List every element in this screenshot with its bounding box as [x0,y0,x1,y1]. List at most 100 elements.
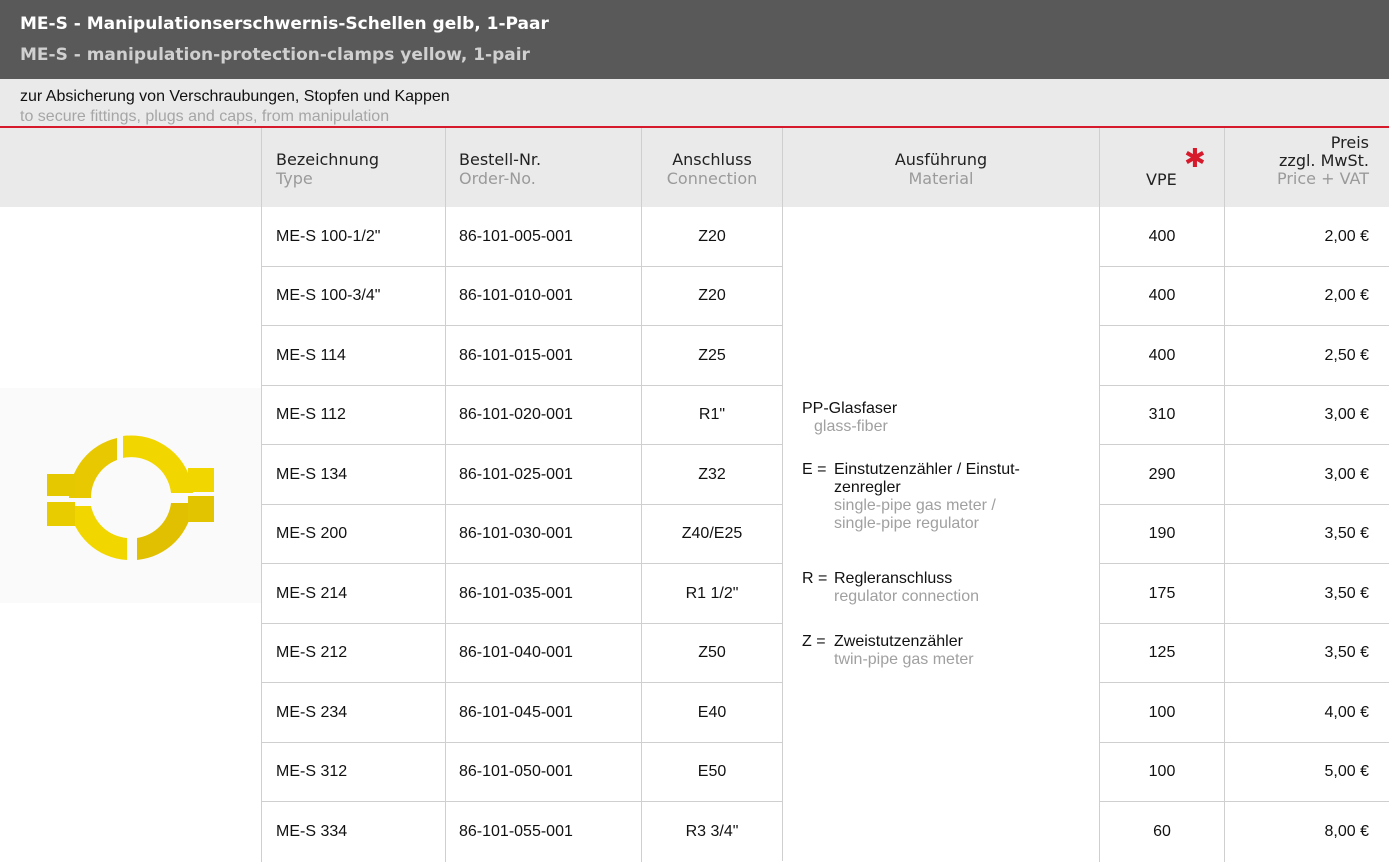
row-type-cell: ME-S 134 [261,445,445,505]
row-price: 3,00 € [1324,406,1369,423]
header-price-de1: Preis [1330,133,1369,152]
row-order: 86-101-020-001 [459,406,573,423]
row-vpe: 400 [1148,227,1176,245]
row-order: 86-101-015-001 [459,346,573,364]
header-connection: Anschluss Connection [641,128,782,207]
product-image [0,388,261,603]
header-conn-de: Anschluss [672,150,752,169]
row-order: 86-101-050-001 [459,763,573,780]
row-price: 4,00 € [1324,703,1369,721]
row-vpe-cell: 400 [1099,267,1224,326]
row-order: 86-101-025-001 [459,465,573,483]
row-conn-cell: Z32 [641,445,782,505]
row-conn: R3 3/4" [685,823,739,840]
row-vpe: 400 [1148,346,1176,364]
subtitle-bar: zur Absicherung von Verschraubungen, Sto… [0,79,1389,128]
row-order: 86-101-005-001 [459,227,573,245]
row-order-cell: 86-101-010-001 [445,267,641,326]
row-conn: Z40/E25 [681,525,743,542]
row-vpe: 310 [1148,406,1176,423]
header-order-de: Bestell-Nr. [459,150,542,169]
header-order: Bestell-Nr. Order-No. [445,128,641,207]
asterisk-icon: ✱ [1184,144,1206,174]
row-type-cell: ME-S 234 [261,683,445,743]
material-z-en: twin-pipe gas meter [834,651,974,668]
row-price-cell: 3,50 € [1224,564,1389,624]
material-pp: PP-Glasfaser glass-fiber [802,400,1092,436]
row-price: 5,00 € [1324,763,1369,780]
row-type: ME-S 312 [276,763,348,780]
row-type-cell: ME-S 312 [261,743,445,802]
row-vpe-cell: 125 [1099,624,1224,683]
row-price: 8,00 € [1324,823,1369,840]
row-vpe-cell: 175 [1099,564,1224,624]
row-conn-cell: Z25 [641,326,782,386]
material-e-de: Einstutzenzähler / Einstut-zenregler [834,461,1020,496]
row-price-cell: 2,00 € [1224,267,1389,326]
header-type-en: Type [276,169,313,188]
header-price-en: Price + VAT [1276,169,1369,188]
row-price-cell: 2,00 € [1224,207,1389,267]
material-r-en: regulator connection [834,588,979,605]
header-material: Ausführung Material [782,128,1099,207]
material-e: E = Einstutzenzähler / Einstut-zenregler… [802,461,1092,533]
row-order-cell: 86-101-030-001 [445,505,641,564]
row-price: 2,00 € [1324,287,1369,304]
material-r: R = Regleranschluss regulator connection [802,570,1092,606]
material-e-key: E = [802,461,827,478]
row-price: 3,50 € [1324,525,1369,542]
row-price-cell: 8,00 € [1224,802,1389,862]
row-price-cell: 5,00 € [1224,743,1389,802]
row-vpe: 400 [1148,287,1176,304]
header-price-de2: zzgl. MwSt. [1279,151,1369,170]
row-order-cell: 86-101-035-001 [445,564,641,624]
row-type: ME-S 112 [276,406,346,423]
product-image-cell [0,207,261,861]
row-price: 3,50 € [1324,644,1369,661]
row-conn-cell: Z50 [641,624,782,683]
row-price-cell: 2,50 € [1224,326,1389,386]
material-z-de: Zweistutzenzähler [834,633,963,650]
material-z: Z = Zweistutzenzähler twin-pipe gas mete… [802,633,1092,669]
row-conn: Z50 [698,644,726,661]
row-order: 86-101-035-001 [459,584,573,602]
row-type: ME-S 100-1/2" [276,227,381,245]
row-order: 86-101-010-001 [459,287,573,304]
header-vpe: VPE ✱ [1099,128,1224,207]
row-vpe: 190 [1148,525,1176,542]
row-type-cell: ME-S 334 [261,802,445,862]
row-order: 86-101-055-001 [459,823,573,840]
row-order: 86-101-030-001 [459,525,573,542]
subtitle-de: zur Absicherung von Verschraubungen, Sto… [20,88,450,105]
row-price: 2,50 € [1324,346,1369,364]
row-price-cell: 3,00 € [1224,445,1389,505]
row-conn: Z20 [698,227,726,245]
row-vpe: 60 [1153,823,1171,840]
header-conn-en: Connection [666,169,758,188]
row-vpe-cell: 400 [1099,207,1224,267]
row-order-cell: 86-101-020-001 [445,386,641,445]
row-price-cell: 3,50 € [1224,505,1389,564]
row-conn-cell: R3 3/4" [641,802,782,862]
material-r-key: R = [802,570,828,587]
header-order-en: Order-No. [459,169,536,188]
row-conn-cell: Z40/E25 [641,505,782,564]
row-order-cell: 86-101-040-001 [445,624,641,683]
row-conn-cell: Z20 [641,207,782,267]
header-vpe-label: VPE [1146,170,1177,189]
row-type: ME-S 100-3/4" [276,287,381,304]
row-price: 2,00 € [1324,227,1369,245]
row-order: 86-101-040-001 [459,644,573,661]
row-price-cell: 3,00 € [1224,386,1389,445]
row-type-cell: ME-S 200 [261,505,445,564]
row-price: 3,00 € [1324,465,1369,483]
row-conn: R1" [698,406,726,423]
row-conn: E50 [697,763,727,780]
row-vpe-cell: 290 [1099,445,1224,505]
row-type-cell: ME-S 100-1/2" [261,207,445,267]
row-vpe: 100 [1148,763,1176,780]
material-e-en1: single-pipe gas meter / [834,497,996,514]
row-vpe-cell: 100 [1099,743,1224,802]
row-vpe: 125 [1148,644,1176,661]
row-order-cell: 86-101-025-001 [445,445,641,505]
